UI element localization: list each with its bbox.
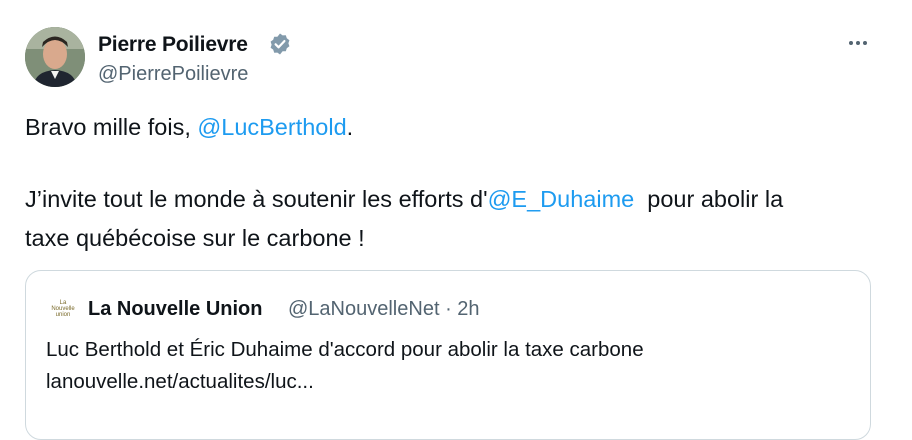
author-handle[interactable]: @PierrePoilievre xyxy=(98,63,248,86)
author-avatar[interactable] xyxy=(25,27,85,87)
quote-author-name[interactable]: La Nouvelle Union xyxy=(88,298,262,321)
text-segment: J’invite tout le monde à soutenir les ef… xyxy=(25,186,488,212)
text-segment: . xyxy=(346,114,354,140)
quoted-tweet[interactable]: La Nouvelle union La Nouvelle Union @LaN… xyxy=(25,270,871,440)
author-name[interactable]: Pierre Poilievre xyxy=(98,33,248,57)
verified-badge-icon xyxy=(270,33,290,55)
quote-link[interactable]: lanouvelle.net/actualites/luc... xyxy=(46,370,314,394)
tweet-text-line-3: taxe québécoise sur le carbone ! xyxy=(25,225,365,251)
tweet-text-line-1: Bravo mille fois, @LucBerthold. xyxy=(25,111,353,143)
mention-e-duhaime[interactable]: @E_Duhaime xyxy=(488,186,635,212)
meta-separator: · xyxy=(445,298,452,320)
logo-text: La Nouvelle union xyxy=(51,300,75,318)
quote-meta: @LaNouvelleNet · 2h xyxy=(288,298,480,321)
quote-author-handle[interactable]: @LaNouvelleNet xyxy=(288,298,440,320)
quote-author-logo[interactable]: La Nouvelle union xyxy=(48,300,78,320)
text-segment: Bravo mille fois, xyxy=(25,114,198,140)
mention-lucberthold[interactable]: @LucBerthold xyxy=(197,114,346,140)
tweet-card: Pierre Poilievre @PierrePoilievre Bravo … xyxy=(0,0,912,440)
text-segment: pour abolir la xyxy=(634,186,784,212)
more-options-icon[interactable] xyxy=(843,33,873,53)
quote-timestamp[interactable]: 2h xyxy=(457,298,479,320)
tweet-text-line-2: J’invite tout le monde à soutenir les ef… xyxy=(25,183,783,215)
quote-headline: Luc Berthold et Éric Duhaime d'accord po… xyxy=(46,338,644,361)
